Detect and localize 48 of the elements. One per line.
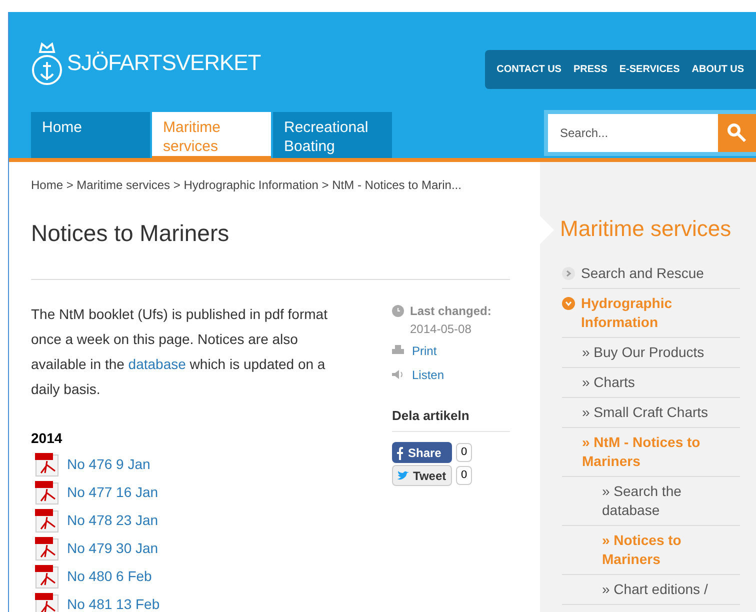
share-count: 0 <box>456 443 472 462</box>
facebook-icon <box>396 446 404 460</box>
listen-link[interactable]: Listen <box>412 366 444 384</box>
document-link[interactable]: No 476 9 Jan <box>67 454 150 475</box>
tweet-button[interactable]: Tweet <box>392 465 452 486</box>
top-link[interactable]: PRESS <box>573 62 608 77</box>
nav-tab[interactable]: Recreational Boating <box>273 112 392 158</box>
share-heading: Dela artikeln <box>392 406 510 432</box>
sidebar-subitem[interactable]: » Chart editions / <box>602 580 740 599</box>
document-link[interactable]: No 478 23 Jan <box>67 510 158 531</box>
sidebar-subitem[interactable]: » Search the database <box>602 482 740 520</box>
logo-text: SJÖFARTSVERKET <box>67 48 261 76</box>
database-link[interactable]: database <box>128 356 186 372</box>
intro-paragraph: The NtM booklet (Ufs) is published in pdf format once a week on this page. Notices are also available in the database which is updated on a daily basis. <box>31 304 328 399</box>
pdf-file-icon <box>35 508 59 532</box>
top-link[interactable]: E-SERVICES <box>619 62 680 77</box>
top-link[interactable]: CONTACT US <box>496 62 562 77</box>
clock-icon <box>392 304 404 316</box>
facebook-share-button[interactable]: Share <box>392 442 452 463</box>
nav-tab[interactable]: Maritime services <box>152 112 271 158</box>
document-link[interactable]: No 480 6 Feb <box>67 566 152 587</box>
page-title: Notices to Mariners <box>31 219 230 248</box>
pdf-file-icon <box>35 452 59 476</box>
sidebar-item[interactable]: Search and Rescue <box>581 264 704 283</box>
top-link[interactable]: ABOUT US <box>692 62 744 77</box>
document-link[interactable]: No 481 13 Feb <box>67 594 160 612</box>
print-link[interactable]: Print <box>412 342 437 360</box>
nav-tab[interactable]: Home <box>31 112 150 158</box>
sidebar-title: Maritime services <box>560 215 732 243</box>
pdf-file-icon <box>35 536 59 560</box>
bird-icon <box>397 470 409 480</box>
search-button[interactable] <box>718 114 756 152</box>
search-field[interactable]: Search... <box>548 114 718 152</box>
last-changed-label: Last changed: <box>410 302 492 320</box>
sidebar-subitem[interactable]: » Small Craft Charts <box>582 403 740 422</box>
pdf-file-icon <box>35 564 59 588</box>
breadcrumb: Home > Maritime services > Hydrographic Information > NtM - Notices to Marin... <box>31 177 462 194</box>
sidebar-subitem[interactable]: » Buy Our Products <box>582 343 740 362</box>
share-count: 0 <box>456 466 472 485</box>
year-heading: 2014 <box>31 428 64 448</box>
document-link[interactable]: No 477 16 Jan <box>67 482 158 503</box>
sidebar-subitem[interactable]: » Charts <box>582 373 740 392</box>
document-link[interactable]: No 479 30 Jan <box>67 538 158 559</box>
search-icon <box>727 123 747 143</box>
printer-icon <box>392 345 404 356</box>
pdf-file-icon <box>35 480 59 504</box>
last-changed-date: 2014-05-08 <box>410 320 472 338</box>
speaker-icon <box>392 369 404 380</box>
